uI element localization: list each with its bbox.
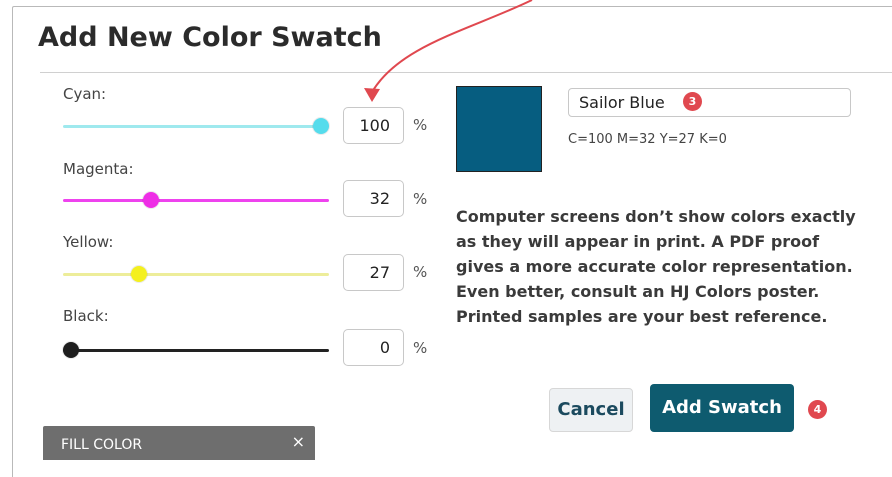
close-icon[interactable]: × — [292, 432, 305, 451]
swatch-name-input[interactable]: Sailor Blue — [568, 88, 851, 117]
fill-color-panel: FILL COLOR × — [43, 426, 315, 460]
cyan-slider-track[interactable] — [63, 125, 329, 128]
cmyk-readout: C=100 M=32 Y=27 K=0 — [568, 132, 727, 147]
cancel-button[interactable]: Cancel — [549, 388, 633, 432]
yellow-unit: % — [413, 263, 428, 281]
add-swatch-button[interactable]: Add Swatch — [650, 384, 794, 432]
magenta-slider-thumb[interactable] — [143, 192, 159, 208]
black-percent-input[interactable]: 0 — [343, 329, 404, 366]
fill-color-title: FILL COLOR — [61, 437, 143, 453]
cyan-slider-thumb[interactable] — [313, 118, 329, 134]
cyan-label: Cyan: — [63, 85, 107, 103]
step-badge-4: 4 — [808, 400, 827, 419]
magenta-percent-input[interactable]: 32 — [343, 180, 404, 217]
black-label: Black: — [63, 307, 109, 325]
magenta-slider-track[interactable] — [63, 199, 329, 202]
magenta-unit: % — [413, 190, 428, 208]
yellow-percent-input[interactable]: 27 — [343, 254, 404, 291]
black-slider-thumb[interactable] — [63, 342, 79, 358]
title-divider — [40, 72, 892, 73]
black-unit: % — [413, 339, 428, 357]
cyan-unit: % — [413, 116, 428, 134]
step-badge-3: 3 — [683, 92, 702, 111]
yellow-slider-track[interactable] — [63, 273, 329, 276]
yellow-slider-thumb[interactable] — [130, 266, 147, 282]
dialog-title: Add New Color Swatch — [38, 22, 382, 53]
cyan-percent-input[interactable]: 100 — [343, 107, 404, 144]
black-slider-track[interactable] — [63, 349, 329, 352]
magenta-label: Magenta: — [63, 160, 134, 178]
yellow-label: Yellow: — [63, 233, 114, 251]
print-accuracy-notice: Computer screens don’t show colors exact… — [456, 207, 856, 326]
color-swatch-preview — [456, 86, 542, 172]
